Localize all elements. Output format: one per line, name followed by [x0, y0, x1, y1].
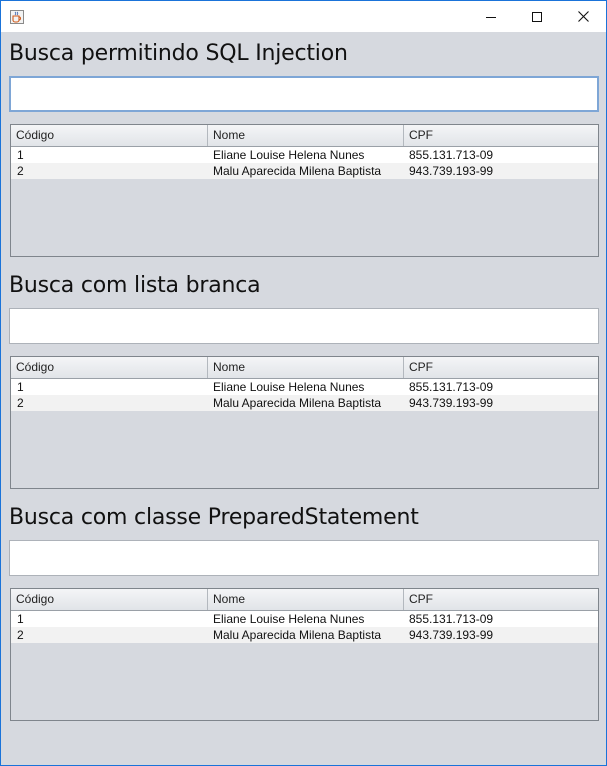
- cell-nome: Malu Aparecida Milena Baptista: [213, 164, 382, 178]
- table-header: Código Nome CPF: [11, 125, 598, 147]
- cell-nome: Eliane Louise Helena Nunes: [213, 612, 365, 626]
- section-title-sql-injection: Busca permitindo SQL Injection: [9, 41, 348, 66]
- column-header-codigo[interactable]: Código: [11, 125, 208, 146]
- table-row[interactable]: 2 Malu Aparecida Milena Baptista 943.739…: [11, 395, 598, 411]
- results-table-sql-injection[interactable]: Código Nome CPF 1 Eliane Louise Helena N…: [10, 124, 599, 257]
- cell-cpf: 855.131.713-09: [409, 380, 494, 394]
- cell-nome: Eliane Louise Helena Nunes: [213, 148, 365, 162]
- table-row[interactable]: 2 Malu Aparecida Milena Baptista 943.739…: [11, 627, 598, 643]
- cell-codigo: 1: [17, 380, 24, 394]
- column-header-nome[interactable]: Nome: [208, 589, 404, 610]
- cell-cpf: 855.131.713-09: [409, 148, 494, 162]
- table-row[interactable]: 1 Eliane Louise Helena Nunes 855.131.713…: [11, 611, 598, 627]
- column-header-codigo[interactable]: Código: [11, 589, 208, 610]
- table-row[interactable]: 1 Eliane Louise Helena Nunes 855.131.713…: [11, 379, 598, 395]
- section-title-lista-branca: Busca com lista branca: [9, 273, 261, 298]
- column-header-cpf[interactable]: CPF: [404, 125, 598, 146]
- search-input-prepared-statement[interactable]: [9, 540, 599, 576]
- table-header: Código Nome CPF: [11, 357, 598, 379]
- cell-nome: Malu Aparecida Milena Baptista: [213, 628, 382, 642]
- cell-cpf: 855.131.713-09: [409, 612, 494, 626]
- maximize-button[interactable]: [514, 1, 560, 32]
- search-input-lista-branca[interactable]: [9, 308, 599, 344]
- results-table-lista-branca[interactable]: Código Nome CPF 1 Eliane Louise Helena N…: [10, 356, 599, 489]
- app-window: Busca permitindo SQL Injection Código No…: [0, 0, 607, 766]
- table-row[interactable]: 1 Eliane Louise Helena Nunes 855.131.713…: [11, 147, 598, 163]
- column-header-cpf[interactable]: CPF: [404, 589, 598, 610]
- minimize-button[interactable]: [468, 1, 514, 32]
- cell-nome: Eliane Louise Helena Nunes: [213, 380, 365, 394]
- maximize-icon: [532, 7, 542, 26]
- minimize-icon: [486, 7, 496, 26]
- close-button[interactable]: [560, 1, 606, 32]
- cell-codigo: 1: [17, 148, 24, 162]
- cell-cpf: 943.739.193-99: [409, 628, 494, 642]
- column-header-nome[interactable]: Nome: [208, 357, 404, 378]
- cell-codigo: 2: [17, 628, 24, 642]
- search-input-sql-injection[interactable]: [9, 76, 599, 112]
- column-header-cpf[interactable]: CPF: [404, 357, 598, 378]
- table-row[interactable]: 2 Malu Aparecida Milena Baptista 943.739…: [11, 163, 598, 179]
- table-header: Código Nome CPF: [11, 589, 598, 611]
- cell-nome: Malu Aparecida Milena Baptista: [213, 396, 382, 410]
- cell-cpf: 943.739.193-99: [409, 396, 494, 410]
- column-header-nome[interactable]: Nome: [208, 125, 404, 146]
- java-cup-icon[interactable]: [10, 9, 24, 24]
- cell-codigo: 2: [17, 396, 24, 410]
- column-header-codigo[interactable]: Código: [11, 357, 208, 378]
- results-table-prepared-statement[interactable]: Código Nome CPF 1 Eliane Louise Helena N…: [10, 588, 599, 721]
- cell-codigo: 1: [17, 612, 24, 626]
- title-bar[interactable]: [1, 1, 606, 32]
- section-title-prepared-statement: Busca com classe PreparedStatement: [9, 505, 419, 530]
- close-icon: [577, 7, 589, 26]
- cell-cpf: 943.739.193-99: [409, 164, 494, 178]
- cell-codigo: 2: [17, 164, 24, 178]
